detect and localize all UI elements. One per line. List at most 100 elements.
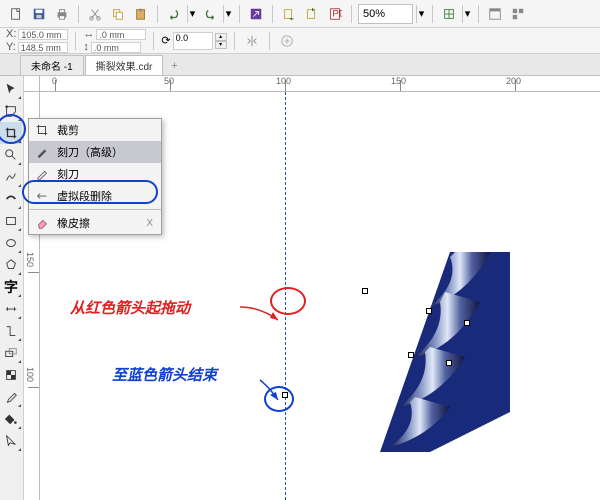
ruler-tick: 150 bbox=[25, 252, 35, 267]
save-icon[interactable] bbox=[29, 4, 49, 24]
mirror-h-icon[interactable] bbox=[242, 31, 262, 51]
svg-text:PDF: PDF bbox=[332, 8, 342, 19]
document-tabs: 未命名 -1 撕裂效果.cdr + bbox=[0, 54, 600, 76]
undo-icon[interactable] bbox=[164, 4, 184, 24]
arrow-blue-icon bbox=[258, 378, 288, 408]
outline-tool[interactable] bbox=[0, 430, 22, 452]
artistic-tool[interactable] bbox=[0, 188, 22, 210]
paste-icon[interactable] bbox=[131, 4, 151, 24]
app-icon[interactable] bbox=[508, 4, 528, 24]
rectangle-tool[interactable] bbox=[0, 210, 22, 232]
options-icon[interactable] bbox=[485, 4, 505, 24]
ruler-tick: 150 bbox=[391, 76, 406, 86]
freehand-tool[interactable] bbox=[0, 166, 22, 188]
position-readout: X:105.0 mm Y:148.5 mm bbox=[6, 28, 68, 53]
add-icon[interactable] bbox=[277, 31, 297, 51]
redo-icon[interactable] bbox=[200, 4, 220, 24]
toolbox: 字 bbox=[0, 76, 24, 500]
ruler-tick: 100 bbox=[25, 367, 35, 382]
ellipse-tool[interactable] bbox=[0, 232, 22, 254]
cut-icon[interactable] bbox=[85, 4, 105, 24]
width-value[interactable]: .0 mm bbox=[96, 29, 146, 40]
drill-object[interactable] bbox=[360, 252, 510, 452]
undo-dropdown[interactable]: ▾ bbox=[187, 5, 197, 23]
selection-handle[interactable] bbox=[362, 288, 368, 294]
knife-icon bbox=[34, 144, 50, 160]
polygon-tool[interactable] bbox=[0, 254, 22, 276]
selection-handle[interactable] bbox=[426, 308, 432, 314]
ruler-area: 0 50 100 150 200 150 100 bbox=[24, 76, 600, 500]
pdf-icon[interactable]: PDF bbox=[325, 4, 345, 24]
segment-delete-icon bbox=[34, 188, 50, 204]
zoom-dropdown[interactable]: ▾ bbox=[416, 5, 426, 23]
menu-virt-del-label: 虚拟段删除 bbox=[57, 188, 112, 204]
guide-line[interactable] bbox=[285, 92, 286, 500]
x-value[interactable]: 105.0 mm bbox=[18, 29, 68, 40]
snap-icon[interactable] bbox=[439, 4, 459, 24]
menu-knife-label: 刻刀 bbox=[57, 166, 79, 182]
zoom-input[interactable]: 50% bbox=[358, 4, 413, 24]
transparency-tool[interactable] bbox=[0, 364, 22, 386]
ruler-tick: 100 bbox=[276, 76, 291, 86]
height-icon: ↕ bbox=[83, 41, 89, 53]
text-tool[interactable]: 字 bbox=[0, 276, 22, 298]
arrow-red-icon bbox=[240, 302, 290, 327]
menu-knife[interactable]: 刻刀 bbox=[29, 163, 161, 185]
rotation-stepper[interactable]: ▴▾ bbox=[215, 33, 227, 49]
annotation-blue: 至蓝色箭头结束 bbox=[112, 364, 217, 385]
menu-crop-label: 裁剪 bbox=[57, 122, 79, 138]
pick-tool[interactable] bbox=[0, 78, 22, 100]
menu-crop[interactable]: 裁剪 bbox=[29, 119, 161, 141]
eyedropper-tool[interactable] bbox=[0, 386, 22, 408]
tab-add-button[interactable]: + bbox=[164, 57, 184, 75]
tab-tear-effect[interactable]: 撕裂效果.cdr bbox=[85, 55, 164, 75]
launch-icon[interactable] bbox=[246, 4, 266, 24]
eraser-icon bbox=[34, 215, 50, 231]
redo-dropdown[interactable]: ▾ bbox=[223, 5, 233, 23]
crop-icon bbox=[34, 122, 50, 138]
menu-knife-advanced[interactable]: 刻刀（高级） bbox=[29, 141, 161, 163]
size-readout: ↔.0 mm ↕.0 mm bbox=[83, 28, 146, 53]
selection-handle[interactable] bbox=[408, 352, 414, 358]
menu-virtual-segment-delete[interactable]: 虚拟段删除 bbox=[29, 185, 161, 207]
ruler-origin[interactable] bbox=[24, 76, 40, 92]
annotation-red: 从红色箭头起拖动 bbox=[70, 297, 190, 318]
height-value[interactable]: .0 mm bbox=[91, 42, 141, 53]
export-icon[interactable] bbox=[302, 4, 322, 24]
menu-eraser-label: 橡皮擦 bbox=[57, 215, 90, 231]
copy-icon[interactable] bbox=[108, 4, 128, 24]
ruler-tick: 0 bbox=[52, 76, 57, 86]
selection-handle[interactable] bbox=[446, 360, 452, 366]
property-bar: X:105.0 mm Y:148.5 mm ↔.0 mm ↕.0 mm ⟳ 0.… bbox=[0, 28, 600, 54]
main-toolbar: ▾ ▾ PDF 50% ▾ ▾ bbox=[0, 0, 600, 28]
new-icon[interactable] bbox=[6, 4, 26, 24]
workspace: 字 0 50 100 150 200 150 100 bbox=[0, 76, 600, 500]
knife-icon bbox=[34, 166, 50, 182]
ruler-tick: 200 bbox=[506, 76, 521, 86]
shape-tool[interactable] bbox=[0, 100, 22, 122]
snap-dropdown[interactable]: ▾ bbox=[462, 5, 472, 23]
rotation-value[interactable]: 0.0 bbox=[173, 32, 213, 50]
dimension-tool[interactable] bbox=[0, 298, 22, 320]
menu-knife-adv-label: 刻刀（高级） bbox=[57, 144, 123, 160]
connector-tool[interactable] bbox=[0, 320, 22, 342]
horizontal-ruler[interactable]: 0 50 100 150 200 bbox=[40, 76, 600, 92]
fill-tool[interactable] bbox=[0, 408, 22, 430]
menu-eraser-shortcut: X bbox=[146, 218, 153, 229]
tab-untitled[interactable]: 未命名 -1 bbox=[20, 55, 84, 75]
y-value[interactable]: 148.5 mm bbox=[18, 42, 68, 53]
menu-eraser[interactable]: 橡皮擦 X bbox=[29, 212, 161, 234]
width-icon: ↔ bbox=[83, 28, 94, 40]
import-icon[interactable] bbox=[279, 4, 299, 24]
crop-flyout-menu: 裁剪 刻刀（高级） 刻刀 虚拟段删除 橡皮擦 X bbox=[28, 118, 162, 235]
zoom-value: 50% bbox=[363, 8, 385, 20]
y-label: Y: bbox=[6, 41, 16, 53]
x-label: X: bbox=[6, 28, 16, 40]
crop-tool[interactable] bbox=[0, 122, 22, 144]
selection-handle[interactable] bbox=[464, 320, 470, 326]
effects-tool[interactable] bbox=[0, 342, 22, 364]
rotate-icon: ⟳ bbox=[161, 34, 170, 47]
print-icon[interactable] bbox=[52, 4, 72, 24]
ruler-tick: 50 bbox=[164, 76, 174, 86]
zoom-tool[interactable] bbox=[0, 144, 22, 166]
